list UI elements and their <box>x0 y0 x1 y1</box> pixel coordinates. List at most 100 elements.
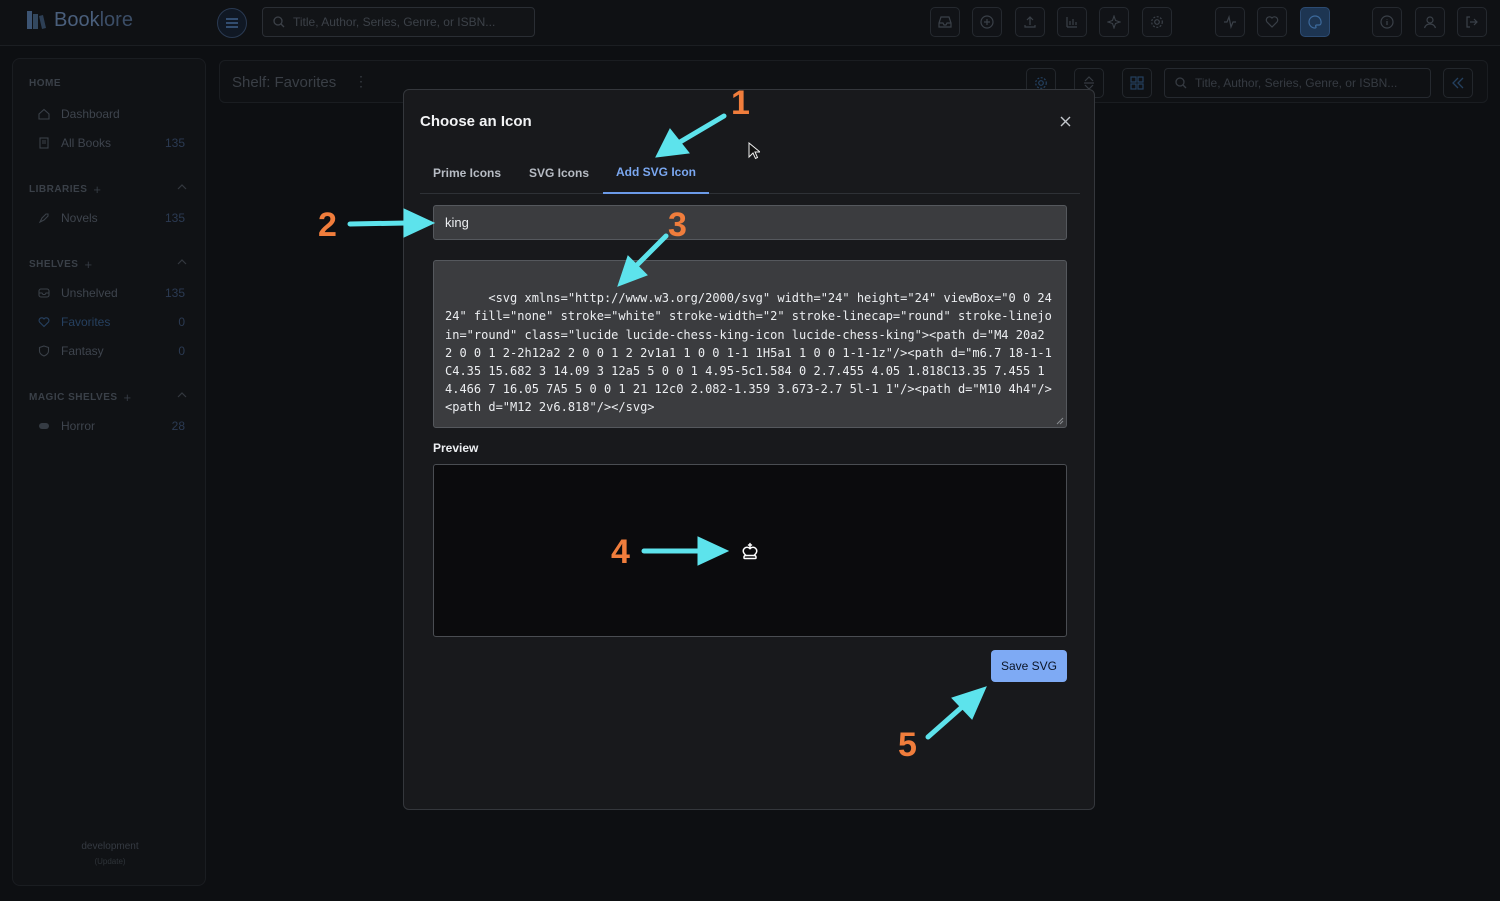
sidebar: HOME Dashboard All Books 135 LIBRARIES + … <box>12 58 206 886</box>
inbox-icon <box>37 286 51 300</box>
add-shelf-icon[interactable]: + <box>84 257 92 272</box>
arrow-2-shaft <box>347 220 409 227</box>
mouse-cursor-icon <box>748 142 760 160</box>
grid-view-button[interactable] <box>1122 68 1152 98</box>
menu-toggle-button[interactable] <box>217 8 247 38</box>
gear-icon <box>1035 77 1047 89</box>
sidebar-section-libraries: LIBRARIES + <box>29 182 102 197</box>
sidebar-section-magic-shelves: MAGIC SHELVES + <box>29 390 132 405</box>
bar-chart-icon <box>1066 17 1077 28</box>
activity-button[interactable] <box>1215 7 1245 37</box>
add-button[interactable] <box>972 7 1002 37</box>
annotation-number-2: 2 <box>318 206 337 244</box>
favorites-button[interactable] <box>1257 7 1287 37</box>
inbox-icon <box>938 16 952 28</box>
add-magic-shelf-icon[interactable]: + <box>124 390 132 405</box>
annotation-number-3: 3 <box>668 206 687 244</box>
heart-icon <box>37 315 51 329</box>
search-placeholder: Title, Author, Series, Genre, or ISBN... <box>293 15 496 29</box>
svg-code-textarea[interactable]: <svg xmlns="http://www.w3.org/2000/svg" … <box>433 260 1067 428</box>
sidebar-item-fantasy[interactable]: Fantasy 0 <box>37 342 189 360</box>
count-badge: 135 <box>164 286 185 300</box>
sidebar-section-home: HOME <box>29 78 61 89</box>
app-name: Booklore <box>54 8 133 31</box>
hamburger-icon <box>226 18 238 28</box>
count-badge: 135 <box>164 211 185 225</box>
icon-name-input[interactable]: king <box>433 205 1067 240</box>
book-icon <box>37 136 51 150</box>
page-title: Shelf: Favorites <box>232 74 337 91</box>
choose-icon-dialog: Choose an Icon Prime Icons SVG Icons Add… <box>403 89 1095 810</box>
annotation-number-1: 1 <box>731 84 750 122</box>
double-chevron-left-icon <box>1452 77 1464 89</box>
upload-icon <box>1024 16 1036 28</box>
update-link[interactable]: (Update) <box>13 857 207 866</box>
sparkle-icon <box>1107 15 1121 29</box>
notifications-button[interactable] <box>930 7 960 37</box>
top-bar: Booklore Title, Author, Series, Genre, o… <box>0 0 1500 46</box>
rocket-icon <box>37 211 51 225</box>
activity-icon <box>1224 15 1236 29</box>
search-icon <box>273 16 285 28</box>
heart-icon <box>1265 16 1279 28</box>
palette-icon <box>1308 15 1322 29</box>
svg-code-text: <svg xmlns="http://www.w3.org/2000/svg" … <box>445 291 1060 415</box>
sidebar-item-favorites[interactable]: Favorites 0 <box>37 313 189 331</box>
plus-circle-icon <box>980 15 994 29</box>
sidebar-item-horror[interactable]: Horror 28 <box>37 417 189 435</box>
count-badge: 28 <box>171 419 185 433</box>
settings-button[interactable] <box>1142 7 1172 37</box>
more-options-icon[interactable]: ⋮ <box>354 73 368 90</box>
close-icon <box>1060 116 1070 126</box>
sidebar-item-unshelved[interactable]: Unshelved 135 <box>37 284 189 302</box>
sidebar-item-dashboard[interactable]: Dashboard <box>37 105 189 123</box>
tab-svg-icons[interactable]: SVG Icons <box>516 152 602 194</box>
count-badge: 0 <box>178 315 185 329</box>
resize-handle-icon[interactable] <box>1056 417 1064 425</box>
search-icon <box>1175 77 1187 89</box>
save-svg-button[interactable]: Save SVG <box>991 650 1067 682</box>
sidebar-item-novels[interactable]: Novels 135 <box>37 209 189 227</box>
logout-button[interactable] <box>1457 7 1487 37</box>
chess-king-icon <box>742 542 758 560</box>
sidebar-section-shelves: SHELVES + <box>29 257 93 272</box>
chevron-up-icon[interactable] <box>177 391 187 399</box>
gamepad-icon <box>37 419 51 433</box>
shield-icon <box>37 344 51 358</box>
home-icon <box>37 107 51 121</box>
book-logo-icon <box>27 11 46 29</box>
user-icon <box>1423 16 1437 29</box>
preview-label: Preview <box>433 441 479 455</box>
environment-label: development <box>81 841 139 852</box>
search-placeholder: Title, Author, Series, Genre, or ISBN... <box>1195 76 1398 90</box>
tab-add-svg-icon[interactable]: Add SVG Icon <box>603 152 710 194</box>
chevron-up-icon[interactable] <box>177 258 187 266</box>
count-badge: 135 <box>164 136 185 150</box>
chevron-up-icon[interactable] <box>177 183 187 191</box>
global-search-input[interactable]: Title, Author, Series, Genre, or ISBN... <box>262 7 535 37</box>
logout-icon <box>1466 16 1478 28</box>
add-library-icon[interactable]: + <box>93 182 101 197</box>
app-logo[interactable]: Booklore <box>24 8 133 32</box>
icon-preview-box <box>433 464 1067 637</box>
annotation-number-5: 5 <box>898 726 917 764</box>
collapse-panel-button[interactable] <box>1443 68 1473 98</box>
app-root: Booklore Title, Author, Series, Genre, o… <box>0 0 1500 901</box>
annotation-number-4: 4 <box>611 533 630 571</box>
theme-button[interactable] <box>1300 7 1330 37</box>
upload-button[interactable] <box>1015 7 1045 37</box>
magic-button[interactable] <box>1099 7 1129 37</box>
count-badge: 0 <box>178 344 185 358</box>
tab-prime-icons[interactable]: Prime Icons <box>420 152 514 194</box>
about-button[interactable] <box>1372 7 1402 37</box>
info-icon <box>1380 15 1394 29</box>
close-button[interactable] <box>1056 112 1074 130</box>
grid-icon <box>1130 76 1144 90</box>
sort-icon <box>1084 76 1094 90</box>
stats-button[interactable] <box>1057 7 1087 37</box>
sidebar-item-all-books[interactable]: All Books 135 <box>37 134 189 152</box>
profile-button[interactable] <box>1415 7 1445 37</box>
shelf-search-input[interactable]: Title, Author, Series, Genre, or ISBN... <box>1164 68 1431 98</box>
dialog-title: Choose an Icon <box>420 113 532 130</box>
gear-icon <box>1151 16 1163 28</box>
